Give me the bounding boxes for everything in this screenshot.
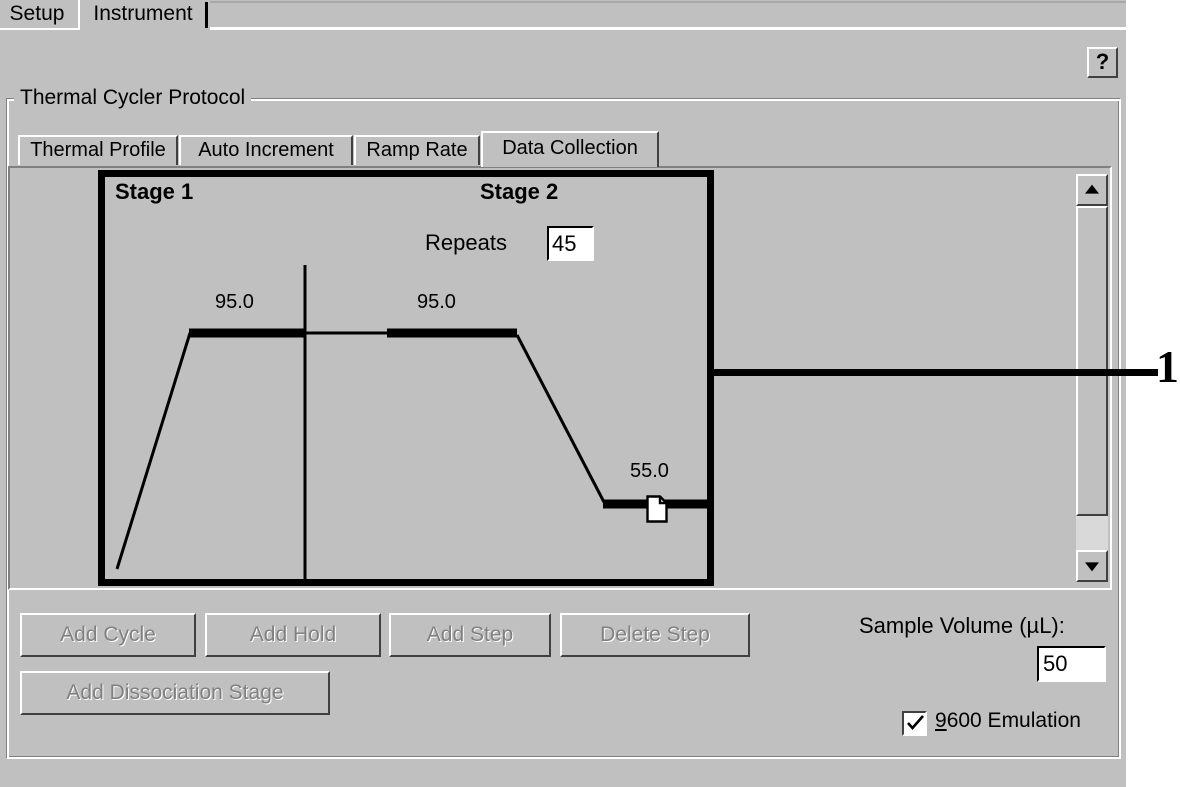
thermal-profile-graph[interactable]: Stage 1 Stage 2 Repeats 95.0 95.0 55.0 <box>98 170 714 586</box>
ramp-down-segment <box>515 334 607 505</box>
vertical-scrollbar[interactable] <box>1076 174 1108 582</box>
ramp-up-segment <box>115 332 192 570</box>
tab-ramp-rate[interactable]: Ramp Rate <box>354 135 480 165</box>
delete-step-button[interactable]: Delete Step <box>560 613 750 657</box>
temperature-label-stage2-95: 95.0 <box>417 291 456 313</box>
emulation-label: 9600 Emulation <box>935 709 1081 733</box>
scrollbar-track[interactable] <box>1076 206 1108 550</box>
tab-auto-increment[interactable]: Auto Increment <box>179 135 353 165</box>
profile-plot <box>115 265 707 579</box>
group-title: Thermal Cycler Protocol <box>14 86 252 110</box>
tab-focus-caret <box>205 2 208 28</box>
sample-volume-input[interactable] <box>1037 646 1106 682</box>
emulation-checkbox[interactable] <box>902 711 927 736</box>
triangle-down-icon <box>1085 562 1099 572</box>
tab-instrument[interactable]: Instrument <box>84 0 202 30</box>
add-cycle-button[interactable]: Add Cycle <box>20 613 196 657</box>
tab-thermal-profile[interactable]: Thermal Profile <box>18 135 178 165</box>
tab-setup[interactable]: Setup <box>0 0 80 30</box>
callout-number-1: 1 <box>1156 341 1179 392</box>
tab-strip-underline <box>210 27 1126 30</box>
scroll-down-button[interactable] <box>1076 550 1108 582</box>
scrollbar-thumb[interactable] <box>1076 206 1108 516</box>
temperature-label-stage2-55: 55.0 <box>630 460 669 482</box>
top-tab-strip: Setup Instrument <box>0 0 1126 31</box>
emulation-mnemonic: 9 <box>935 709 947 732</box>
triangle-up-icon <box>1085 184 1099 194</box>
temperature-label-stage1-95: 95.0 <box>215 291 254 313</box>
add-step-button[interactable]: Add Step <box>389 613 551 657</box>
tab-strip-divider <box>210 1 1126 3</box>
callout-leader-line <box>714 369 1158 376</box>
add-dissociation-stage-button[interactable]: Add Dissociation Stage <box>20 671 330 715</box>
data-collection-page-icon[interactable] <box>646 495 668 523</box>
checkmark-icon <box>907 715 924 730</box>
add-hold-button[interactable]: Add Hold <box>205 613 381 657</box>
emulation-label-rest: 600 Emulation <box>946 709 1081 732</box>
help-button[interactable]: ? <box>1087 47 1118 78</box>
application-window: Setup Instrument ? Thermal Cycler Protoc… <box>0 0 1126 787</box>
scroll-up-button[interactable] <box>1076 174 1108 206</box>
sample-volume-label: Sample Volume (µL): <box>859 613 1065 638</box>
tab-data-collection[interactable]: Data Collection <box>481 131 659 167</box>
